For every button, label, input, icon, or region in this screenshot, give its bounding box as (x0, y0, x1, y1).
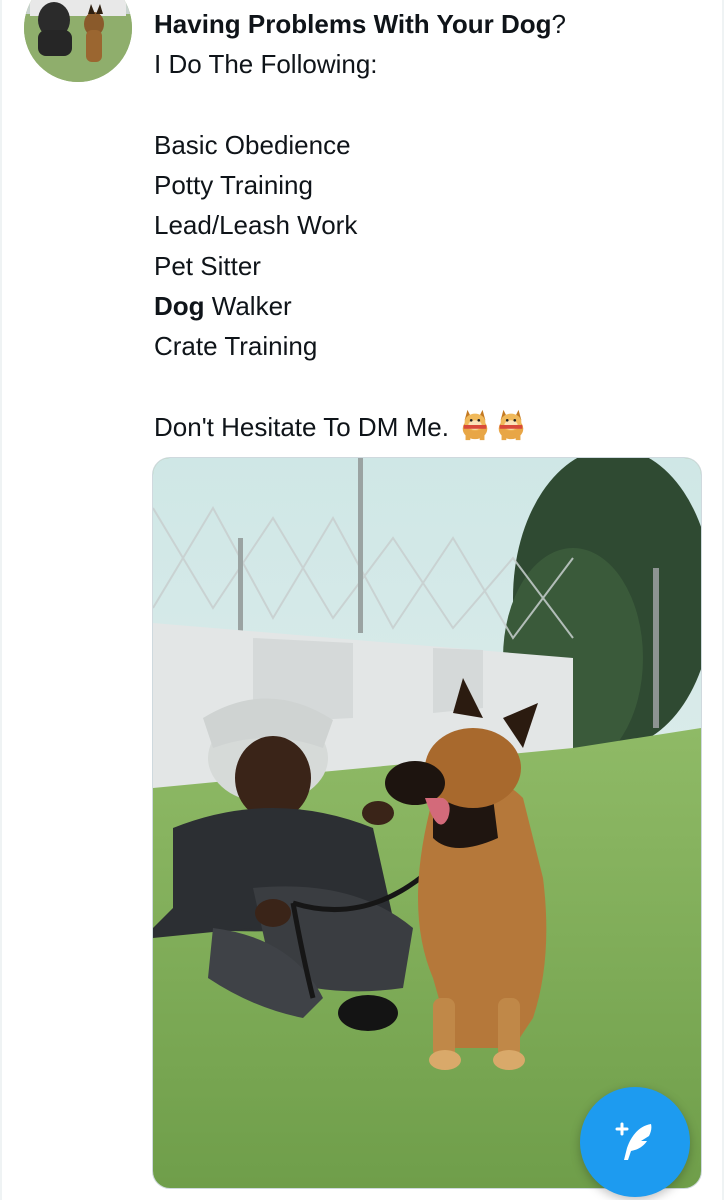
tweet-line-text: Crate Training (154, 331, 318, 362)
tweet-line: Basic Obedience (154, 125, 694, 165)
tweet-photo[interactable] (152, 457, 702, 1189)
tweet-line-text: Lead/Leash Work (154, 210, 358, 241)
tweet-line: Potty Training (154, 165, 694, 205)
compose-feather-plus-icon (615, 1122, 652, 1160)
tweet-line: I Do The Following: (154, 44, 694, 84)
tweet-line (154, 367, 694, 407)
compose-tweet-button[interactable] (580, 1087, 690, 1197)
photo-image (153, 458, 701, 1188)
tweet-line-text: ? (551, 9, 566, 39)
avatar-image (24, 0, 132, 82)
tweet-line: Having Problems With Your Dog? (154, 4, 694, 44)
tweet-line (154, 85, 694, 125)
highlighted-term: Dog (154, 291, 205, 322)
tweet-line-text: Basic Obedience (154, 129, 351, 160)
highlighted-term: Having Problems With Your Dog (154, 9, 552, 39)
tweet-line-text: Potty Training (154, 170, 313, 201)
timeline-left-border (0, 0, 2, 1200)
profile-avatar[interactable] (24, 0, 132, 82)
tweet-line: Pet Sitter (154, 246, 694, 286)
tweet-line: Lead/Leash Work (154, 205, 694, 245)
tweet-line-text: Pet Sitter (154, 250, 261, 281)
tweet-line-text: Walker (204, 291, 292, 322)
tweet-line: Don't Hesitate To DM Me. (154, 407, 694, 447)
tweet-line: Dog Walker (154, 286, 694, 326)
tweet-line: Crate Training (154, 326, 694, 366)
dog-emoji (494, 408, 528, 442)
tweet-text: Having Problems With Your Dog? I Do The F… (154, 4, 694, 447)
tweet-line-text: Don't Hesitate To DM Me. (154, 411, 457, 442)
tweet-line-text: I Do The Following: (154, 49, 378, 80)
dog-emoji (458, 408, 492, 442)
